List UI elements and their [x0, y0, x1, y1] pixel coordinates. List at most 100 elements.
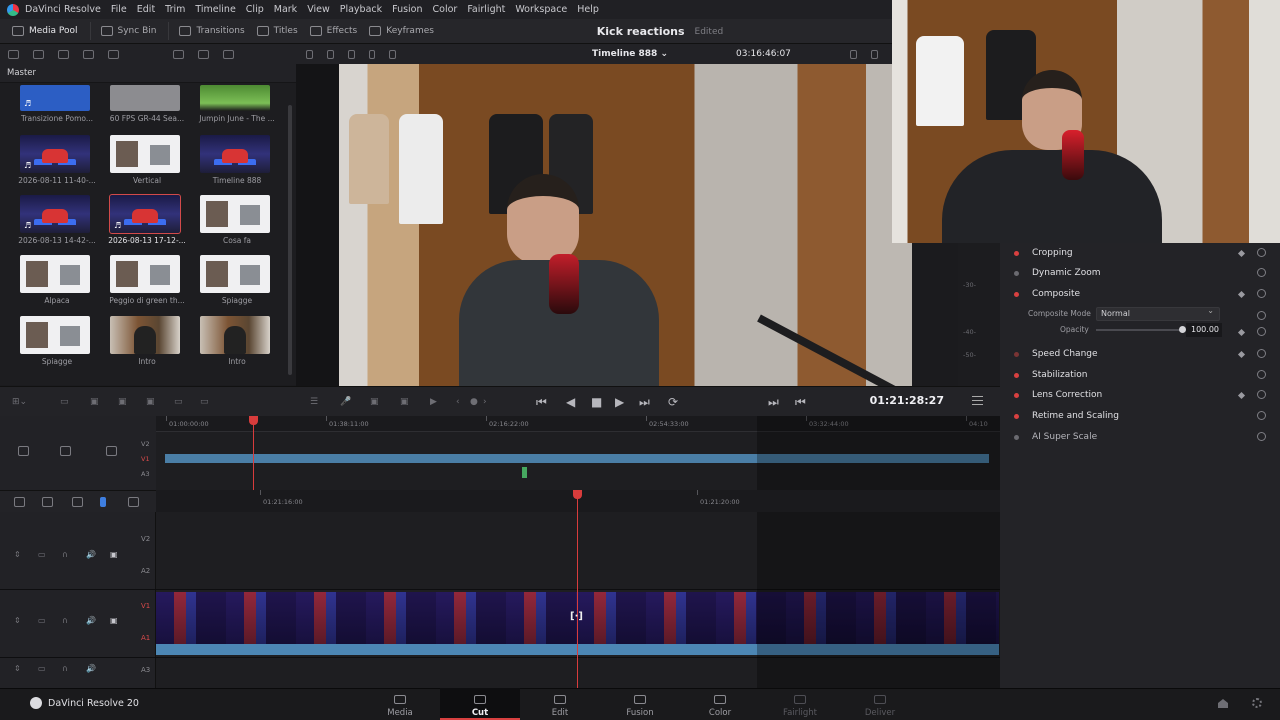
page-cut[interactable]: Cut: [440, 688, 520, 720]
output-icon[interactable]: [871, 49, 879, 59]
media-clip[interactable]: Timeline 888: [182, 135, 270, 185]
timeline-selector[interactable]: Timeline 888 ⌄: [560, 44, 700, 64]
media-clip[interactable]: Spiagge: [2, 316, 90, 366]
options-menu-icon[interactable]: [972, 396, 983, 405]
menu-clip[interactable]: Clip: [246, 4, 264, 15]
opacity-slider[interactable]: [1096, 326, 1186, 333]
reset-icon[interactable]: [1257, 349, 1266, 358]
enable-toggle[interactable]: [1014, 291, 1019, 297]
enable-toggle[interactable]: [1014, 392, 1019, 398]
lock-icon[interactable]: [18, 446, 29, 456]
loop-button[interactable]: ⟳: [668, 395, 678, 409]
append-icon[interactable]: ▣: [118, 395, 127, 409]
bin-master[interactable]: Master: [0, 64, 296, 83]
timeline-options-icon[interactable]: [14, 497, 25, 507]
headphone-icon[interactable]: ∩: [62, 550, 68, 559]
enable-toggle[interactable]: [1014, 351, 1019, 357]
link-icon[interactable]: [33, 49, 44, 59]
inspector-section-composite[interactable]: Composite: [1000, 284, 1280, 304]
keyframes-button[interactable]: Keyframes: [369, 26, 434, 36]
media-clip[interactable]: Jumpin June - The ...: [182, 85, 275, 123]
media-pool-scrollbar[interactable]: [288, 105, 292, 375]
lock-icon[interactable]: ▭: [38, 664, 46, 673]
grid-view-icon[interactable]: [173, 49, 184, 59]
titles-button[interactable]: Titles: [256, 26, 298, 36]
page-color[interactable]: Color: [680, 688, 760, 720]
reset-icon[interactable]: [1257, 390, 1266, 399]
media-clip[interactable]: ♬ 2026-08-13 14-42-...: [2, 195, 96, 245]
speaker-icon[interactable]: 🔊: [86, 616, 96, 625]
smart-insert-icon[interactable]: ▣: [90, 395, 99, 409]
upper-playhead[interactable]: [249, 416, 258, 490]
audio-trim-icon[interactable]: [42, 497, 53, 507]
speaker-icon[interactable]: 🔊: [86, 664, 96, 673]
move-icon[interactable]: ⇕: [14, 616, 21, 625]
keyframe-icon[interactable]: [1237, 350, 1246, 359]
search-icon[interactable]: [198, 49, 209, 59]
zoom-icon[interactable]: [306, 49, 313, 59]
page-fairlight[interactable]: Fairlight: [760, 688, 840, 720]
transform-icon[interactable]: [389, 49, 397, 59]
reset-icon[interactable]: [1257, 370, 1266, 379]
timeline-timecode[interactable]: 01:21:28:27: [860, 394, 944, 410]
next-edit-button[interactable]: ⏭: [768, 395, 779, 409]
menu-trim[interactable]: Trim: [165, 4, 185, 15]
sort-icon[interactable]: [223, 49, 234, 59]
transitions-button[interactable]: Transitions: [179, 26, 245, 36]
lock-icon[interactable]: ▭: [38, 550, 46, 559]
menu-mark[interactable]: Mark: [274, 4, 297, 15]
media-clip[interactable]: Alpaca: [2, 255, 90, 305]
lower-playhead[interactable]: [573, 490, 582, 688]
enable-toggle[interactable]: [1014, 372, 1019, 378]
monitor-icon[interactable]: ▣: [110, 616, 118, 625]
flag-icon[interactable]: [128, 497, 139, 507]
media-clip[interactable]: ♬ 2026-08-11 11-40-...: [2, 135, 96, 185]
move-icon[interactable]: ⇕: [14, 550, 21, 559]
gear-icon[interactable]: [1252, 698, 1262, 708]
split-icon[interactable]: ▣: [400, 395, 409, 409]
next-icon[interactable]: ›: [483, 395, 487, 409]
menu-help[interactable]: Help: [577, 4, 599, 15]
media-clip[interactable]: Vertical: [92, 135, 180, 185]
dot-icon[interactable]: ●: [470, 395, 478, 409]
monitor-icon[interactable]: ▣: [110, 550, 118, 559]
keyframe-icon[interactable]: [1237, 249, 1246, 258]
inspector-section-cropping[interactable]: Cropping: [1000, 243, 1280, 263]
go-to-start-button[interactable]: ⏮: [536, 395, 547, 409]
go-to-end-button[interactable]: ⏭: [639, 395, 650, 409]
menu-app[interactable]: DaVinci Resolve: [25, 4, 101, 15]
place-on-top-icon[interactable]: ▭: [200, 395, 209, 409]
media-pool-button[interactable]: Media Pool: [12, 26, 78, 36]
menu-fairlight[interactable]: Fairlight: [467, 4, 505, 15]
enable-toggle[interactable]: [1014, 250, 1019, 256]
menu-file[interactable]: File: [111, 4, 127, 15]
list-view-icon[interactable]: [108, 49, 119, 59]
media-clip[interactable]: Intro: [92, 316, 180, 366]
lock-icon[interactable]: ▭: [38, 616, 46, 625]
enable-toggle[interactable]: [1014, 434, 1019, 440]
inspector-section-lens-correction[interactable]: Lens Correction: [1000, 385, 1280, 405]
upper-timeline[interactable]: V2 V1 A3 01:00:00:00 01:38:11:00 02:16:2…: [0, 416, 1000, 490]
composite-mode-select[interactable]: Normal: [1096, 305, 1220, 321]
inspector-section-ai-super-scale[interactable]: AI Super Scale: [1000, 427, 1280, 447]
effects-button[interactable]: Effects: [309, 26, 357, 36]
safe-area-icon[interactable]: [326, 49, 334, 59]
track-icon[interactable]: [60, 446, 71, 456]
keyframe-icon[interactable]: [1237, 328, 1246, 337]
cut-icon[interactable]: [72, 497, 83, 507]
page-deliver[interactable]: Deliver: [840, 688, 920, 720]
reset-icon[interactable]: [1257, 432, 1266, 441]
audio-icon[interactable]: [83, 49, 94, 59]
menu-color[interactable]: Color: [433, 4, 458, 15]
sidebar-toggle-icon[interactable]: [8, 49, 19, 59]
page-media[interactable]: Media: [360, 688, 440, 720]
inspector-section-stabilization[interactable]: Stabilization: [1000, 365, 1280, 385]
settings-sliders-icon[interactable]: ☰: [310, 395, 318, 409]
menu-timeline[interactable]: Timeline: [195, 4, 235, 15]
play-button[interactable]: ▶: [615, 395, 624, 409]
reset-icon[interactable]: [1257, 411, 1266, 420]
enable-toggle[interactable]: [1014, 413, 1019, 419]
enable-toggle[interactable]: [1014, 270, 1019, 276]
page-edit[interactable]: Edit: [520, 688, 600, 720]
headphone-icon[interactable]: ∩: [62, 616, 68, 625]
